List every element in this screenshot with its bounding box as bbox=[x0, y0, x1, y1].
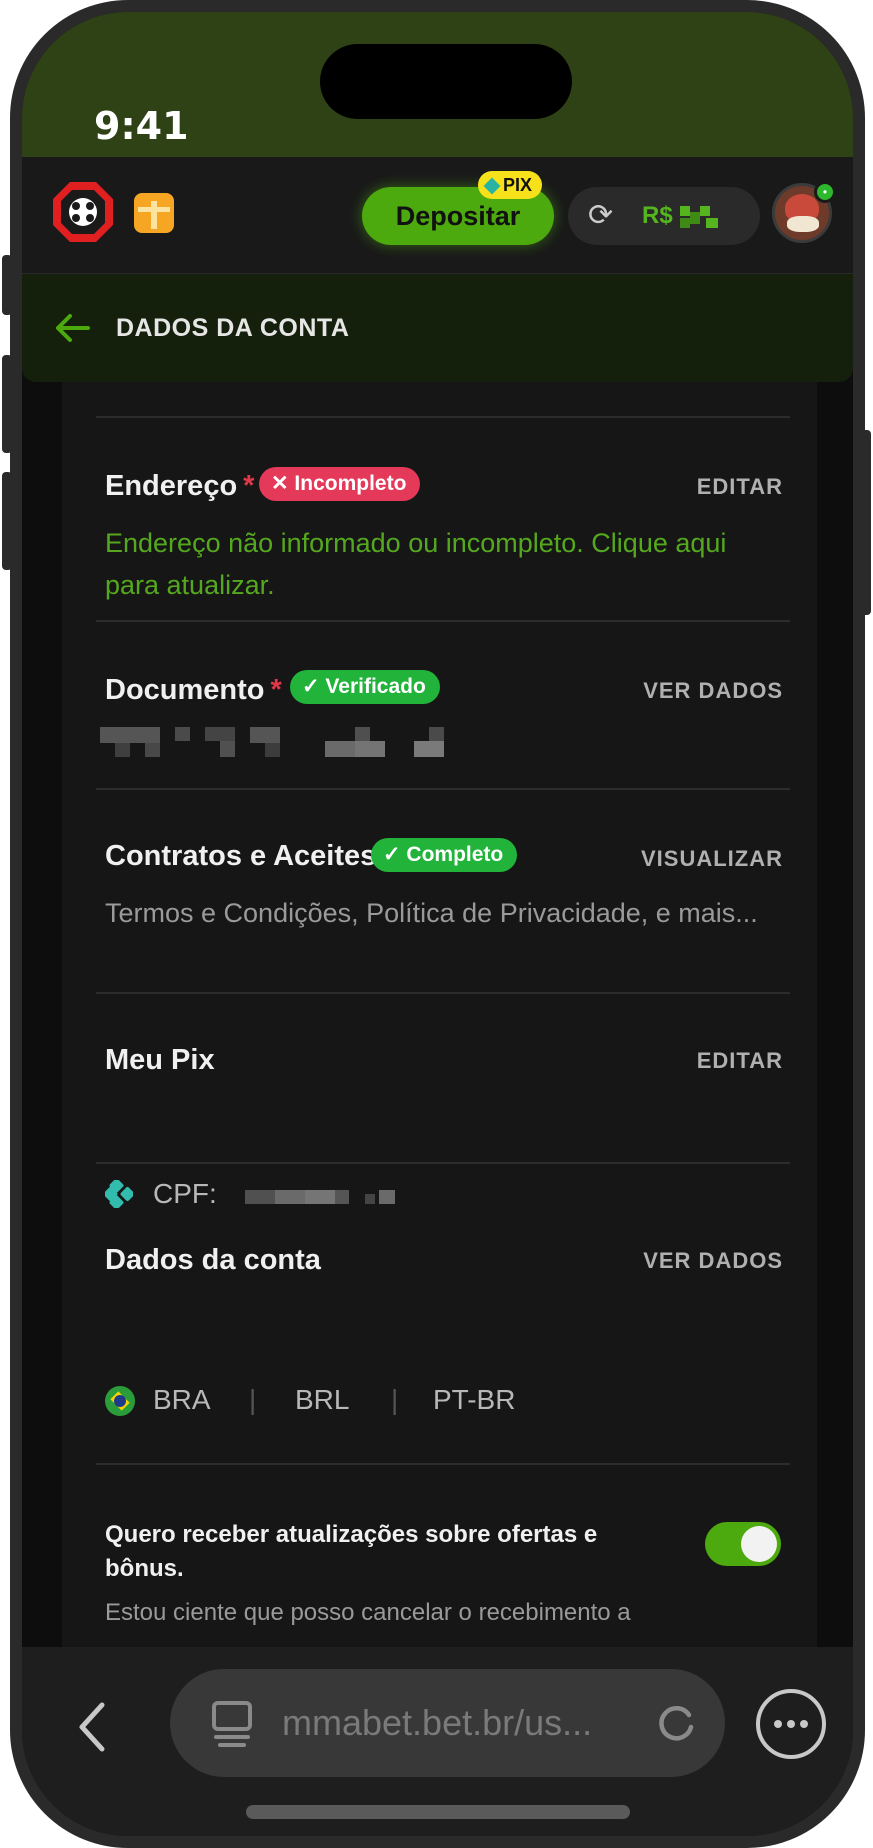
url-text[interactable]: mmabet.bet.br/us... bbox=[282, 1702, 627, 1744]
status-bar: 9:41 bbox=[22, 12, 853, 157]
account-view-button[interactable]: VER DADOS bbox=[643, 1248, 783, 1274]
dynamic-island bbox=[320, 44, 572, 119]
browser-toolbar: mmabet.bet.br/us... bbox=[22, 1647, 853, 1836]
notification-dot-icon: • bbox=[814, 181, 836, 203]
pix-title: Meu Pix bbox=[105, 1044, 215, 1076]
document-view-button[interactable]: VER DADOS bbox=[643, 678, 783, 704]
complete-badge: ✓ Completo bbox=[371, 838, 518, 872]
contracts-description: Termos e Condições, Política de Privacid… bbox=[105, 898, 758, 928]
verified-badge: ✓ Verificado bbox=[290, 670, 440, 704]
locale-row: BRA | BRL | PT-BR bbox=[105, 1384, 605, 1424]
mmabet-logo-icon[interactable] bbox=[50, 179, 116, 245]
back-arrow-icon[interactable] bbox=[52, 312, 92, 344]
divider bbox=[96, 992, 790, 994]
account-title: Dados da conta bbox=[105, 1244, 321, 1276]
section-header: DADOS DA CONTA bbox=[22, 274, 853, 382]
offers-optin-text: Estou ciente que posso cancelar o recebi… bbox=[105, 1599, 631, 1626]
country-code: BRA bbox=[153, 1384, 211, 1415]
status-time: 9:41 bbox=[94, 104, 189, 148]
balance-currency: R$ bbox=[642, 202, 673, 229]
currency-code: BRL bbox=[295, 1384, 350, 1415]
address-update-link[interactable]: Endereço não informado ou incompleto. Cl… bbox=[105, 522, 785, 606]
browser-back-icon[interactable] bbox=[72, 1699, 112, 1755]
brazil-flag-icon bbox=[105, 1386, 135, 1416]
section-title: DADOS DA CONTA bbox=[116, 314, 350, 342]
dot bbox=[774, 1720, 782, 1728]
balance-pill[interactable]: ⟳ R$ bbox=[568, 187, 760, 245]
pix-edit-button[interactable]: EDITAR bbox=[697, 1048, 783, 1074]
divider bbox=[96, 416, 790, 418]
language-code: PT-BR bbox=[433, 1384, 516, 1415]
gift-icon[interactable] bbox=[134, 193, 174, 233]
contracts-title: Contratos e Aceites bbox=[105, 840, 377, 872]
pix-badge-label: PIX bbox=[503, 175, 533, 195]
required-mark: * bbox=[270, 674, 282, 706]
incomplete-badge: ✕ Incompleto bbox=[259, 467, 421, 501]
address-title: Endereço * bbox=[105, 470, 254, 503]
divider bbox=[96, 1162, 790, 1164]
pix-key-masked-value bbox=[245, 1190, 395, 1204]
account-details-panel: Endereço * ✕ Incompleto EDITAR Endereço n… bbox=[62, 382, 817, 1647]
document-title-label: Documento bbox=[105, 674, 265, 706]
offers-optin-title: Quero receber atualizações sobre ofertas… bbox=[105, 1521, 598, 1582]
divider bbox=[96, 620, 790, 622]
pix-badge: PIX bbox=[478, 171, 543, 199]
separator: | bbox=[249, 1384, 257, 1415]
divider bbox=[96, 1463, 790, 1465]
dot bbox=[787, 1720, 795, 1728]
address-edit-button[interactable]: EDITAR bbox=[697, 474, 783, 500]
app-header: Depositar PIX ⟳ R$ • bbox=[22, 157, 853, 274]
document-masked-value bbox=[100, 727, 444, 757]
url-bar[interactable]: mmabet.bet.br/us... bbox=[170, 1669, 725, 1777]
required-mark: * bbox=[243, 470, 255, 502]
pix-icon bbox=[483, 177, 501, 195]
divider bbox=[96, 788, 790, 790]
pix-key-label: CPF: bbox=[153, 1178, 217, 1209]
separator: | bbox=[391, 1384, 399, 1415]
document-title: Documento * bbox=[105, 674, 282, 707]
page-info-icon[interactable] bbox=[210, 1701, 254, 1749]
offers-toggle[interactable] bbox=[705, 1522, 781, 1566]
pix-icon bbox=[105, 1180, 133, 1208]
reload-icon[interactable] bbox=[657, 1703, 697, 1743]
home-indicator bbox=[246, 1805, 630, 1819]
address-title-label: Endereço bbox=[105, 470, 238, 502]
balance-masked-icon bbox=[680, 206, 718, 228]
contracts-view-button[interactable]: VISUALIZAR bbox=[641, 846, 783, 872]
more-options-icon[interactable] bbox=[756, 1689, 826, 1759]
phone-frame: 9:41 Depositar PIX ⟳ R$ • DADOS DA CONTA… bbox=[10, 0, 865, 1848]
refresh-icon[interactable]: ⟳ bbox=[588, 201, 618, 231]
dot bbox=[800, 1720, 808, 1728]
